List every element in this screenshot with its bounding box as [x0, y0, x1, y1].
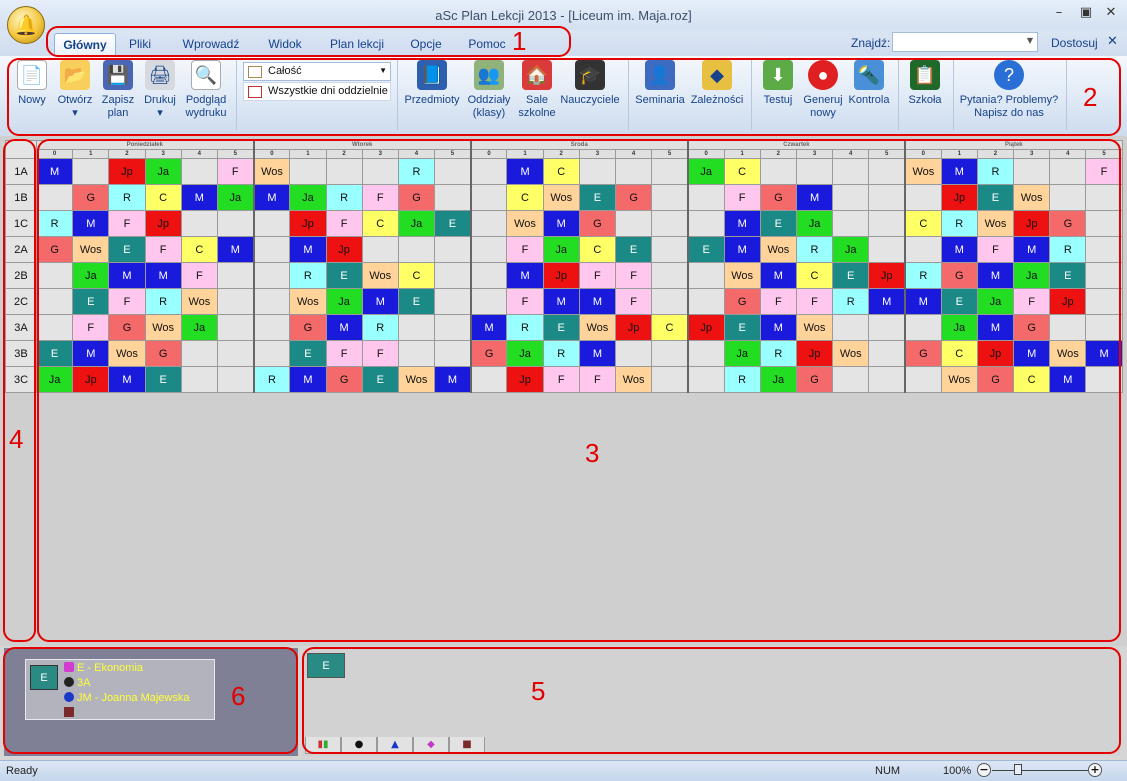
customize-button[interactable]: Dostosuj: [1051, 36, 1098, 50]
zoom-in-icon[interactable]: +: [1088, 763, 1102, 777]
find-label: Znajdź:: [851, 36, 891, 50]
annotation-number: 4: [9, 424, 24, 454]
annotation-box-info: [3, 647, 298, 754]
zoom-slider-track[interactable]: [992, 770, 1088, 771]
zoom-slider-thumb[interactable]: [1014, 764, 1022, 775]
annotation-box-tabs: [46, 26, 571, 57]
annotation-number: 6: [231, 681, 246, 711]
chevron-down-icon[interactable]: ▼: [1027, 36, 1033, 45]
annotation-box-grid: [37, 139, 1121, 642]
window-title: aSc Plan Lekcji 2013 - [Liceum im. Maja.…: [435, 8, 692, 23]
close-ribbon-icon[interactable]: ✕: [1107, 34, 1118, 49]
annotation-number: 3: [585, 438, 600, 468]
annotation-box-ribbon: [7, 58, 1121, 136]
annotation-number: 5: [531, 676, 546, 706]
close-icon[interactable]: ✕: [1101, 5, 1121, 23]
find-input[interactable]: ▼: [892, 32, 1038, 52]
maximize-icon[interactable]: ▣: [1076, 5, 1096, 23]
annotation-box-cards: [302, 647, 1121, 754]
annotation-box-classes: [3, 139, 36, 642]
annotation-number: 2: [1083, 82, 1098, 112]
zoom-level: 100%: [943, 765, 972, 777]
status-bar: Ready NUM 100%: [0, 760, 1127, 781]
minimize-icon[interactable]: –: [1049, 5, 1069, 23]
zoom-out-icon[interactable]: −: [977, 763, 991, 777]
annotation-number: 1: [512, 26, 527, 56]
num-lock-indicator: NUM: [875, 765, 901, 777]
app-menu-bell-icon[interactable]: 🔔: [7, 6, 45, 44]
status-text: Ready: [6, 765, 38, 777]
